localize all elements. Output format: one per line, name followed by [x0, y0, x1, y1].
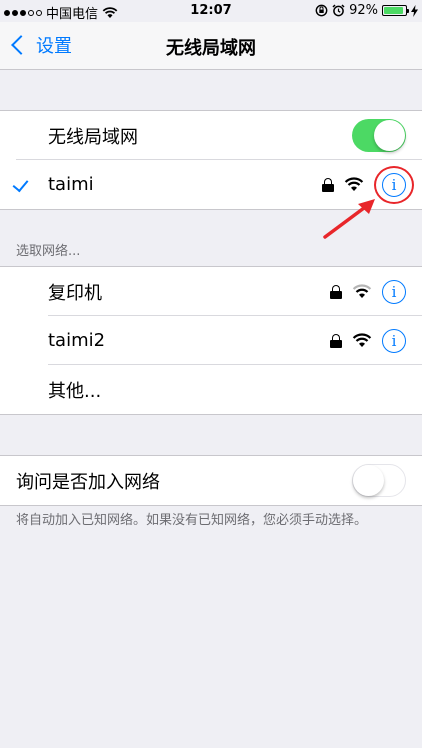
battery-percent: 92% — [349, 3, 378, 18]
alarm-icon — [332, 4, 345, 17]
status-right: 92% — [315, 3, 418, 18]
wifi-signal-icon — [352, 284, 372, 298]
ask-to-join-label: 询问是否加入网络 — [16, 471, 160, 493]
battery-icon — [382, 5, 409, 16]
network-name: 复印机 — [48, 282, 102, 304]
choose-network-header: 选取网络... — [16, 244, 81, 259]
wifi-signal-icon — [344, 177, 364, 191]
lock-icon — [322, 177, 334, 192]
page-title: 无线局域网 — [166, 38, 256, 59]
network-row[interactable]: taimi2 i — [0, 316, 422, 365]
wifi-toggle-label: 无线局域网 — [48, 126, 138, 148]
wifi-toggle-switch[interactable] — [352, 119, 406, 152]
wifi-group: 无线局域网 taimi i — [0, 110, 422, 210]
networks-group: 复印机 i taimi2 i 其他... — [0, 266, 422, 415]
info-icon[interactable]: i — [382, 279, 406, 304]
wifi-toggle-row: 无线局域网 — [0, 111, 422, 160]
ask-to-join-note: 将自动加入已知网络。如果没有已知网络，您必须手动选择。 — [16, 513, 368, 528]
navigation-bar: 设置 无线局域网 — [0, 22, 422, 70]
lock-icon — [330, 284, 342, 299]
network-row[interactable]: 复印机 i — [0, 267, 422, 316]
ask-to-join-group: 询问是否加入网络 — [0, 455, 422, 506]
info-icon[interactable]: i — [382, 328, 406, 353]
ask-to-join-switch[interactable] — [352, 464, 406, 497]
ask-to-join-row: 询问是否加入网络 — [0, 456, 422, 505]
other-network-label: 其他... — [48, 380, 102, 402]
lock-icon — [330, 333, 342, 348]
connected-network-name: taimi — [48, 174, 94, 195]
info-icon[interactable]: i — [382, 172, 406, 197]
network-name: taimi2 — [48, 330, 106, 351]
arrow-annotation — [323, 199, 375, 239]
wifi-signal-icon — [352, 333, 372, 347]
other-network-row[interactable]: 其他... — [0, 365, 422, 414]
orientation-lock-icon — [315, 4, 328, 17]
status-bar: 中国电信 12:07 92% — [0, 0, 422, 22]
checkmark-icon — [12, 175, 29, 193]
charging-icon — [411, 4, 418, 17]
